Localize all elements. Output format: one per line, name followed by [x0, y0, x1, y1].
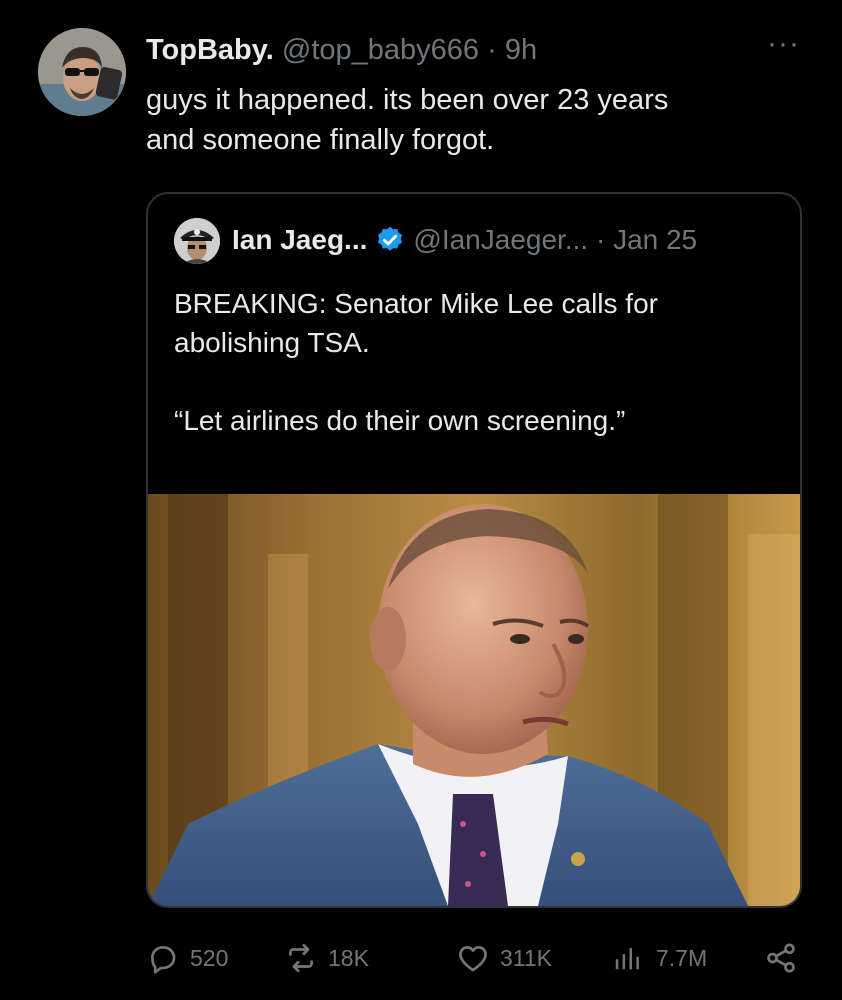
- view-count: 7.7M: [656, 944, 708, 971]
- views-button[interactable]: 7.7M: [612, 936, 707, 980]
- quoted-author-handle[interactable]: @IanJaeger...: [413, 224, 588, 255]
- photo-man-in-suit-icon: [148, 494, 800, 906]
- repost-icon: [289, 943, 313, 973]
- post-text: guys it happened. its been over 23 years…: [146, 84, 669, 156]
- quoted-author-avatar[interactable]: [174, 218, 220, 264]
- action-bar: 520 18K 311K 7.7M: [146, 936, 806, 980]
- views-icon: [615, 948, 639, 970]
- quoted-post[interactable]: Ian Jaeg... @IanJaeger... · Jan 25 BREAK…: [146, 192, 802, 908]
- repost-count: 18K: [328, 944, 369, 971]
- like-count: 311K: [500, 944, 553, 971]
- author-handle[interactable]: @top_baby666: [282, 34, 479, 66]
- reply-icon: [151, 946, 176, 974]
- avatar-photo-icon: [38, 28, 126, 116]
- like-icon: [459, 946, 487, 972]
- quoted-header: Ian Jaeg... @IanJaeger... · Jan 25: [232, 222, 697, 258]
- share-icon: [767, 943, 795, 973]
- quoted-text: BREAKING: Senator Mike Lee calls for abo…: [174, 288, 658, 436]
- quoted-author-name[interactable]: Ian Jaeg...: [232, 224, 367, 255]
- author-name[interactable]: TopBaby.: [146, 34, 274, 66]
- like-button[interactable]: 311K: [456, 936, 552, 980]
- quoted-meta-separator: ·: [595, 224, 606, 255]
- post-header: TopBaby. @top_baby666 · 9h: [146, 32, 537, 68]
- quoted-date[interactable]: Jan 25: [613, 224, 697, 255]
- tweet: TopBaby. @top_baby666 · 9h ··· guys it h…: [0, 0, 842, 1000]
- verified-badge-icon: [378, 226, 403, 251]
- share-button[interactable]: [764, 936, 798, 980]
- author-avatar[interactable]: [38, 28, 126, 116]
- reply-button[interactable]: 520: [146, 936, 228, 980]
- repost-button[interactable]: 18K: [284, 936, 369, 980]
- reply-count: 520: [190, 944, 229, 971]
- quoted-avatar-photo-icon: [174, 218, 220, 264]
- quoted-media[interactable]: [148, 494, 800, 906]
- more-options-icon[interactable]: ···: [767, 29, 800, 59]
- meta-separator: ·: [487, 34, 497, 66]
- post-time[interactable]: 9h: [505, 34, 537, 66]
